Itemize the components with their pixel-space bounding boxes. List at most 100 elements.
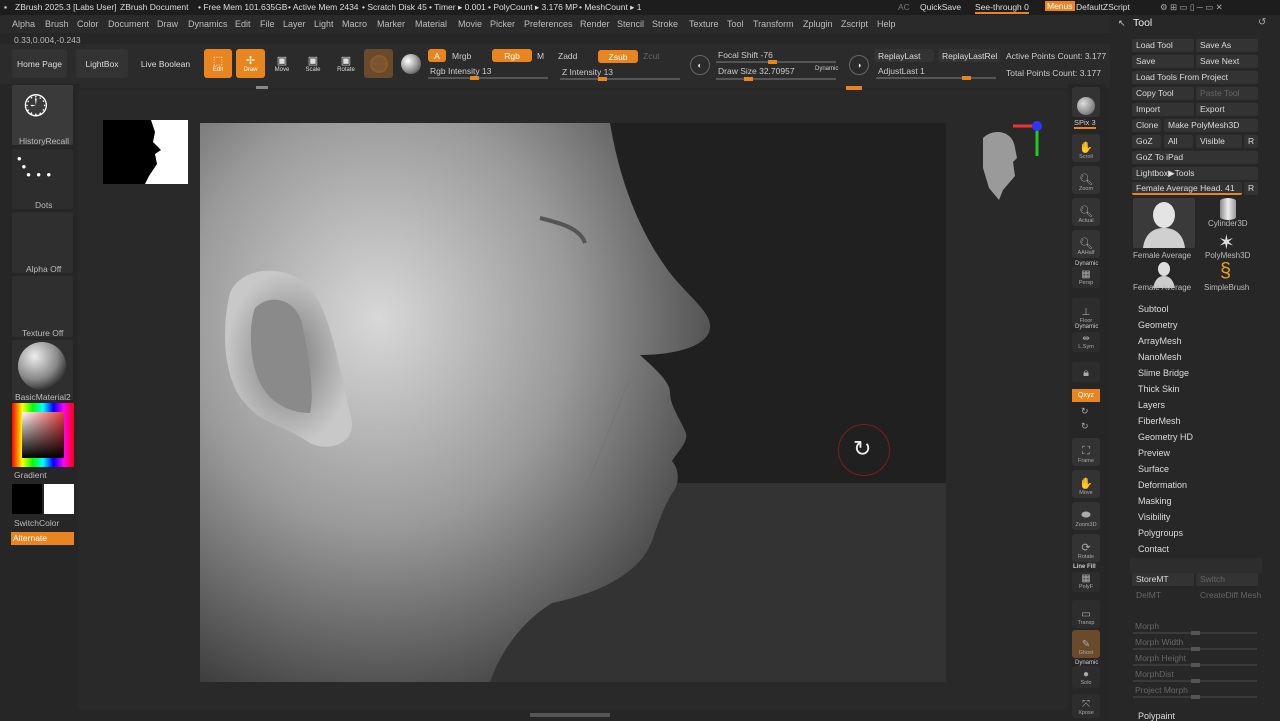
project-morph-button[interactable]: Project Morph xyxy=(1135,685,1188,695)
menu-zscript[interactable]: Zscript xyxy=(841,19,868,29)
secondary-color-swatch[interactable] xyxy=(12,484,42,514)
ghost-button[interactable]: ✎ Ghost xyxy=(1072,630,1100,658)
persp-button[interactable]: ▦ Persp xyxy=(1072,266,1100,288)
tool-menu-surface[interactable]: Surface xyxy=(1138,464,1169,474)
focal-shift-track[interactable] xyxy=(716,60,836,64)
morph-height-slider[interactable]: Morph Height xyxy=(1135,653,1186,663)
dynamic-lsym-toggle[interactable]: Dynamic xyxy=(1075,324,1098,330)
a-toggle[interactable]: A xyxy=(428,49,446,62)
goz-all-button[interactable]: All xyxy=(1164,135,1193,148)
goz-r-button[interactable]: R xyxy=(1244,135,1258,148)
move-button[interactable]: ▣ Move xyxy=(268,49,296,78)
dynamic-toggle[interactable]: Dynamic xyxy=(815,66,838,72)
xpose-button[interactable]: ⤧ Xpose xyxy=(1072,694,1100,718)
copy-tool-button[interactable]: Copy Tool xyxy=(1132,87,1194,100)
scroll-button[interactable]: ✋ Scroll xyxy=(1072,134,1100,162)
menu-macro[interactable]: Macro xyxy=(342,19,367,29)
menu-tool[interactable]: Tool xyxy=(727,19,744,29)
bottom-scroll-handle[interactable] xyxy=(530,713,610,717)
palette-toggle-icon[interactable]: ↺ xyxy=(1258,17,1266,28)
menu-transform[interactable]: Transform xyxy=(753,19,794,29)
draw-button[interactable]: ✢ Draw xyxy=(236,49,265,78)
polyf-button[interactable]: ▦ PolyF xyxy=(1072,572,1100,592)
morph-track[interactable] xyxy=(1133,631,1257,635)
current-tool-slider[interactable]: Female Average Head. 41 xyxy=(1132,182,1242,195)
zsub-toggle[interactable]: Zsub xyxy=(598,50,638,63)
switchcolor-button[interactable]: SwitchColor xyxy=(14,518,59,528)
menu-document[interactable]: Document xyxy=(108,19,149,29)
menu-zplugin[interactable]: Zplugin xyxy=(803,19,833,29)
menu-dynamics[interactable]: Dynamics xyxy=(188,19,228,29)
focal-shift-icon[interactable]: ◐ xyxy=(690,55,710,75)
actual-button[interactable]: 🔍︎ Actual xyxy=(1072,198,1100,226)
clone-button[interactable]: Clone xyxy=(1132,119,1161,132)
tool-menu-layers[interactable]: Layers xyxy=(1138,400,1165,410)
floor-button[interactable]: ⊥ Floor xyxy=(1072,298,1100,326)
menu-picker[interactable]: Picker xyxy=(490,19,515,29)
delmt-button[interactable]: DelMT xyxy=(1132,589,1194,602)
stroke-selector[interactable] xyxy=(397,49,425,78)
tool-menu-contact[interactable]: Contact xyxy=(1138,544,1169,554)
morph-width-track[interactable] xyxy=(1133,647,1257,651)
menu-texture[interactable]: Texture xyxy=(689,19,719,29)
create-diff-mesh-button[interactable]: CreateDiff Mesh xyxy=(1196,589,1261,602)
orientation-gizmo[interactable] xyxy=(973,118,1048,203)
see-through-slider[interactable]: See-through 0 xyxy=(975,2,1029,14)
menu-stroke[interactable]: Stroke xyxy=(652,19,678,29)
tool-thumb-female-average[interactable] xyxy=(1133,198,1195,248)
draw-size-track[interactable] xyxy=(716,77,836,81)
morph-height-track[interactable] xyxy=(1133,663,1257,667)
material-thumb[interactable] xyxy=(12,340,73,400)
3d-viewport[interactable] xyxy=(200,123,946,682)
rotate-view-button[interactable]: ⟳ Rotate xyxy=(1072,534,1100,562)
menu-file[interactable]: File xyxy=(260,19,275,29)
import-button[interactable]: Import xyxy=(1132,103,1194,116)
alternate-button[interactable]: Alternate xyxy=(11,532,74,545)
morph-slider[interactable]: Morph xyxy=(1135,621,1159,631)
z-intensity-slider[interactable]: Z Intensity 13 xyxy=(562,67,613,77)
tool-menu-preview[interactable]: Preview xyxy=(1138,448,1170,458)
tool-menu-deformation[interactable]: Deformation xyxy=(1138,480,1187,490)
brush-selector[interactable] xyxy=(364,49,393,78)
menu-brush[interactable]: Brush xyxy=(45,19,69,29)
load-tools-from-project-button[interactable]: Load Tools From Project xyxy=(1132,71,1258,84)
tool-menu-nanomesh[interactable]: NanoMesh xyxy=(1138,352,1182,362)
rotate-z-icon[interactable]: ↻ xyxy=(1081,421,1089,432)
save-next-button[interactable]: Save Next xyxy=(1196,55,1258,68)
menu-draw[interactable]: Draw xyxy=(157,19,178,29)
tool-menu-slime-bridge[interactable]: Slime Bridge xyxy=(1138,368,1189,378)
rotate-button[interactable]: ▣ Rotate xyxy=(332,49,360,78)
bpr-button[interactable] xyxy=(1072,87,1100,117)
frame-button[interactable]: ⛶ Frame xyxy=(1072,438,1100,466)
tool-menu-subtool[interactable]: Subtool xyxy=(1138,304,1169,314)
zoom-button[interactable]: 🔍︎ Zoom xyxy=(1072,166,1100,194)
load-tool-button[interactable]: Load Tool xyxy=(1132,39,1194,52)
morph-dist-track[interactable] xyxy=(1133,679,1257,683)
storemt-button[interactable]: StoreMT xyxy=(1132,573,1194,586)
lightbox-tools-button[interactable]: Lightbox▶Tools xyxy=(1132,167,1258,180)
project-morph-track[interactable] xyxy=(1133,695,1257,699)
edit-button[interactable]: ⬚ Edit xyxy=(204,49,232,78)
menu-light[interactable]: Light xyxy=(314,19,334,29)
main-color-swatch[interactable] xyxy=(44,484,74,514)
tool-menu-visibility[interactable]: Visibility xyxy=(1138,512,1170,522)
canvas-scroll-handle[interactable] xyxy=(256,86,268,89)
goz-to-ipad-button[interactable]: GoZ To iPad xyxy=(1132,151,1258,164)
rgb-intensity-track[interactable] xyxy=(428,76,548,80)
switch-button[interactable]: Switch xyxy=(1196,573,1258,586)
menu-color[interactable]: Color xyxy=(77,19,99,29)
aahalf-button[interactable]: 🔍︎ AAHalf xyxy=(1072,230,1100,258)
m-toggle[interactable]: M xyxy=(537,51,544,61)
scale-button[interactable]: ▣ Scale xyxy=(299,49,327,78)
adjust-last-slider[interactable]: AdjustLast 1 xyxy=(878,66,925,76)
replay-last-button[interactable]: ReplayLast xyxy=(874,49,934,62)
help-icons[interactable]: ⚙ ⊞ ▭ ▯ ─ ▭ ✕ xyxy=(1160,2,1223,13)
spix-slider[interactable]: SPix 3 xyxy=(1074,118,1096,129)
menu-marker[interactable]: Marker xyxy=(377,19,405,29)
morph-width-slider[interactable]: Morph Width xyxy=(1135,637,1183,647)
tool-menu-fibermesh[interactable]: FiberMesh xyxy=(1138,416,1181,426)
focal-shift-slider[interactable]: Focal Shift -76 xyxy=(718,50,773,60)
adjust-last-track[interactable] xyxy=(876,76,996,80)
navigator-thumbnail[interactable] xyxy=(103,120,188,184)
menu-help[interactable]: Help xyxy=(877,19,896,29)
